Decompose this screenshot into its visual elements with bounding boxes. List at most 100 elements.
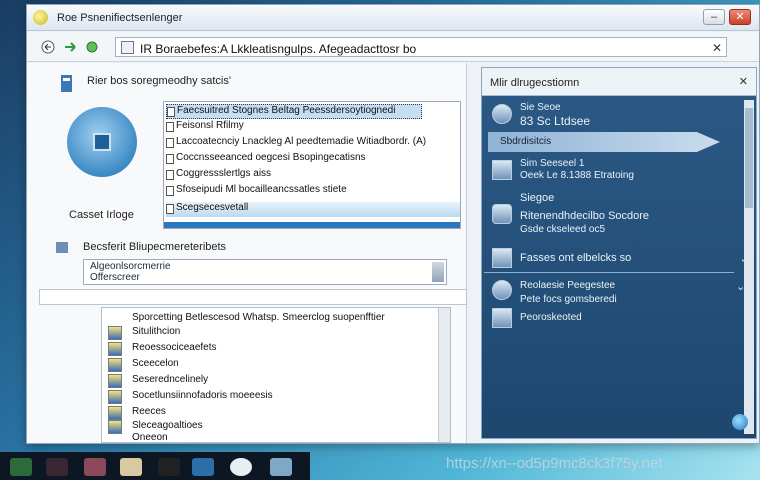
status-strip: [39, 289, 467, 305]
list-item[interactable]: Feisonsl Rfilmy: [166, 120, 244, 135]
monitor-icon: [492, 160, 512, 180]
list-item[interactable]: Coggressslertlgs aiss: [166, 168, 271, 183]
side-item-label[interactable]: Peoroskeoted: [520, 312, 582, 323]
side-item-label[interactable]: 83 Sc Ltdsee: [520, 114, 590, 128]
file-icon: [108, 390, 122, 404]
list-item[interactable]: Faecsuitred Stognes Beltag Peessdersoyti…: [166, 104, 422, 119]
refresh-icon[interactable]: [85, 40, 99, 54]
address-bar[interactable]: IR Boraebefes:A Lkkleatisngulps. Afegead…: [115, 37, 727, 57]
side-item-label[interactable]: Sie Seoe: [520, 102, 561, 113]
document-icon: [61, 75, 72, 92]
side-panel-header: Mlir dlrugecstiomn ✕: [482, 68, 756, 96]
details-row[interactable]: Seseredncelinely: [132, 374, 208, 385]
side-panel-title: Mlir dlrugecstiomn: [490, 77, 580, 89]
progress-strip: [164, 222, 460, 228]
close-button[interactable]: ✕: [729, 9, 751, 25]
side-item-label[interactable]: Fasses ont elbelcks so: [520, 252, 631, 264]
group-label: Becsferit Bliupecmereteribets: [83, 241, 227, 253]
file-icon: [108, 358, 122, 372]
options-list[interactable]: Faecsuitred Stognes Beltag Peessdersoyti…: [163, 101, 461, 229]
checkbox[interactable]: [166, 122, 174, 132]
checkbox[interactable]: [166, 204, 174, 214]
file-icon: [108, 406, 122, 420]
list-item[interactable]: Coccnsseeanced oegcesi Bsopingecatisns: [166, 152, 366, 167]
details-row[interactable]: Sceecelon: [132, 358, 179, 369]
go-icon[interactable]: ✕: [712, 41, 722, 55]
taskbar-app-icon[interactable]: [84, 458, 106, 476]
help-icon[interactable]: [732, 414, 748, 430]
side-panel: Mlir dlrugecstiomn ✕ Sie Seoe 83 Sc Ltds…: [481, 67, 757, 439]
list-item-label: Coccnsseeanced oegcesi Bsopingecatisns: [176, 152, 366, 163]
details-row[interactable]: Reoessociceaefets: [132, 342, 217, 353]
title-bar: Roe Psnenifiectsenlenger – ✕: [27, 5, 759, 31]
checkbox[interactable]: [167, 107, 175, 117]
toolbar: IR Boraebefes:A Lkkleatisngulps. Afegead…: [27, 32, 759, 62]
list-item-label: Laccoatecnciy Lnackleg Al peedtemadie Wi…: [176, 136, 427, 147]
details-list[interactable]: Sporcetting Betlescesod Whatsp. Smeerclo…: [101, 307, 451, 443]
side-panel-scrollbar[interactable]: [744, 100, 754, 434]
list-item[interactable]: Sfoseipudi Ml bocailleancssatles stiete: [166, 184, 347, 199]
list-item-label: Faecsuitred Stognes Beltag Peessdersoyti…: [177, 105, 396, 116]
checkbox[interactable]: [166, 170, 174, 180]
taskbar-app-icon[interactable]: [46, 458, 68, 476]
list-item-label: Feisonsl Rfilmy: [176, 120, 244, 131]
app-icon: [33, 10, 48, 25]
selected-item[interactable]: Sbdrdisitcis: [488, 132, 720, 152]
taskbar-app-icon[interactable]: [158, 458, 180, 476]
app-monitor-icon: [492, 248, 512, 268]
taskbar-app-icon[interactable]: [270, 458, 292, 476]
minimize-button[interactable]: –: [703, 9, 725, 25]
checkbox[interactable]: [166, 138, 174, 148]
side-item-label[interactable]: Gsde ckseleed oc5: [520, 224, 605, 235]
window-title: Roe Psnenifiectsenlenger: [57, 12, 183, 24]
list-item[interactable]: Scegsecesvetall: [166, 202, 460, 217]
checkbox[interactable]: [166, 154, 174, 164]
file-icon: [108, 420, 122, 434]
left-pane: Rier bos soregmeodhy satcis' Casset Irlo…: [27, 63, 467, 443]
taskbar: [0, 452, 310, 480]
combo-dropdown-button[interactable]: [432, 262, 444, 282]
globe-icon: [492, 280, 512, 300]
taskbar-app-icon[interactable]: [120, 458, 142, 476]
taskbar-app-icon[interactable]: [230, 458, 252, 476]
address-text: IR Boraebefes:A Lkkleatisngulps. Afegead…: [140, 42, 417, 56]
details-row[interactable]: Situlithcion: [132, 326, 180, 337]
details-row[interactable]: Socetlunsiinnofadoris moeeesis: [132, 390, 273, 401]
file-icon: [108, 342, 122, 356]
combo-line: Offerscreer: [90, 272, 140, 283]
computer-icon: [492, 308, 512, 328]
selection-combo[interactable]: Algeonlsorcmerrie Offerscreer: [83, 259, 447, 285]
taskbar-app-icon[interactable]: [192, 458, 214, 476]
list-item[interactable]: Laccoatecnciy Lnackleg Al peedtemadie Wi…: [166, 136, 426, 151]
app-window: Roe Psnenifiectsenlenger – ✕ IR Boraebef…: [26, 4, 760, 444]
folder-icon: [56, 242, 68, 253]
divider: [484, 272, 734, 273]
side-item-label[interactable]: Oeek Le 8.1388 Etratoing: [520, 170, 634, 181]
chart-caption: Casset Irloge: [69, 209, 134, 221]
file-icon: [108, 326, 122, 340]
side-item-label[interactable]: Reolaesie Peegestee: [520, 280, 615, 291]
file-icon: [108, 374, 122, 388]
back-icon[interactable]: [41, 40, 55, 54]
scroll-thumb[interactable]: [745, 108, 753, 208]
details-scrollbar[interactable]: [438, 308, 450, 442]
disk-core: [93, 133, 111, 151]
start-icon[interactable]: [10, 458, 32, 476]
side-item-label[interactable]: Ritenendhdecilbo Socdore: [520, 210, 649, 222]
checkbox[interactable]: [166, 186, 174, 196]
close-icon[interactable]: ✕: [739, 75, 748, 88]
section-title: Rier bos soregmeodhy satcis': [87, 75, 231, 87]
page-icon: [121, 41, 134, 54]
side-item-label[interactable]: Sim Seeseel 1: [520, 158, 584, 169]
list-item-label: Scegsecesvetall: [176, 202, 249, 213]
details-row[interactable]: Reeces: [132, 406, 166, 417]
forward-icon[interactable]: [63, 40, 77, 54]
details-row[interactable]: Oneeon: [132, 432, 168, 443]
combo-line: Algeonlsorcmerrie: [90, 261, 171, 272]
list-item-label: Coggressslertlgs aiss: [176, 168, 272, 179]
watermark: https://xn--od5p9mc8ck3f75y.net: [446, 455, 663, 472]
side-item-label[interactable]: Siegoe: [520, 192, 554, 204]
details-row[interactable]: Sleceagoaltioes: [132, 420, 203, 431]
details-header: Sporcetting Betlescesod Whatsp. Smeerclo…: [132, 312, 385, 323]
side-item-label[interactable]: Pete focs gomsberedi: [520, 294, 617, 305]
